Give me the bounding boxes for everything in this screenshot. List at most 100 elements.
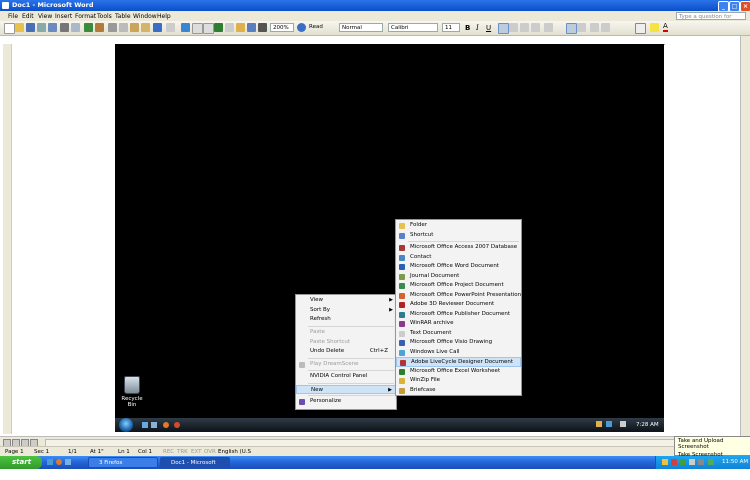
menu-item-paste-shortcut[interactable]: Paste Shortcut [296,338,396,348]
vista-clock[interactable]: 7:28 AM [636,422,659,428]
menu-view[interactable]: View [38,13,52,20]
numbering-icon[interactable] [566,23,577,34]
quicklaunch-desktop-icon[interactable] [142,422,148,428]
tray-volume-icon[interactable] [620,421,626,427]
menu-item-view[interactable]: View ▶ [296,296,396,306]
cut-icon[interactable] [108,23,117,32]
tray-device-icon[interactable] [698,459,704,465]
menu-window[interactable]: Window [133,13,157,20]
italic-icon[interactable]: I [476,24,479,32]
decrease-indent-icon[interactable] [590,23,599,32]
increase-indent-icon[interactable] [601,23,610,32]
new-submenu-item[interactable]: Microsoft Office Access 2007 Database [396,243,521,253]
highlight-icon[interactable] [650,23,659,32]
word-app-icon[interactable] [2,2,9,9]
menu-help[interactable]: Help [157,13,171,20]
read-button[interactable]: Read [309,24,323,30]
align-right-icon[interactable] [520,23,529,32]
menu-file[interactable]: File [8,13,18,20]
hyperlink-icon[interactable] [181,23,190,32]
quicklaunch-switch-icon[interactable] [151,422,157,428]
menu-tools[interactable]: Tools [97,13,112,20]
copy-icon[interactable] [119,23,128,32]
help-search-input[interactable]: Type a question for help [676,12,746,28]
new-submenu-item[interactable]: Microsoft Office Excel Worksheet [396,367,521,377]
menu-item-undo-delete[interactable]: Undo Delete Ctrl+Z [296,347,396,357]
new-submenu-item[interactable]: Journal Document [396,272,521,282]
menu-format[interactable]: Format [75,13,96,20]
permission-icon[interactable] [37,23,46,32]
new-submenu-item[interactable]: Microsoft Office Word Document [396,262,521,272]
borders-icon[interactable] [635,23,646,34]
align-center-icon[interactable] [509,23,518,32]
redo-icon[interactable] [166,23,175,32]
insert-table-icon[interactable] [203,23,214,34]
vertical-ruler[interactable] [3,44,12,434]
new-submenu-item[interactable]: Microsoft Office Visio Drawing [396,338,521,348]
status-ext[interactable]: EXT [191,449,202,455]
font-color-icon[interactable]: A [663,23,668,32]
new-submenu-item[interactable]: WinZip File [396,376,521,386]
drawing-icon[interactable] [236,23,245,32]
font-select[interactable]: Calibri [388,23,438,32]
new-submenu-item[interactable]: Microsoft Office PowerPoint Presentation [396,291,521,301]
menu-item-refresh[interactable]: Refresh [296,315,396,325]
quicklaunch-firefox-icon[interactable] [163,422,169,428]
new-submenu-item[interactable]: Text Document [396,329,521,339]
vista-start-orb-icon[interactable] [119,418,133,432]
new-submenu-item[interactable]: Microsoft Office Project Document [396,281,521,291]
new-document-icon[interactable] [4,23,15,34]
underline-icon[interactable]: U [486,24,491,32]
taskbar-clock[interactable]: 11:50 AM [722,459,748,465]
menu-item-paste[interactable]: Paste [296,328,396,338]
take-and-upload-screenshot-item[interactable]: Take and Upload Screenshot [675,437,750,451]
quicklaunch-firefox-icon[interactable] [56,459,62,465]
open-folder-icon[interactable] [15,23,24,32]
menu-item-personalize[interactable]: Personalize [296,397,396,407]
insert-excel-icon[interactable] [214,23,223,32]
tray-network-icon[interactable] [680,459,686,465]
menu-item-play-dreamscene[interactable]: Play DreamScene [296,360,396,370]
zoom-select[interactable]: 200% [270,23,294,32]
new-submenu-item[interactable]: Microsoft Office Publisher Document [396,310,521,320]
start-button[interactable]: start [0,456,42,469]
font-size-select[interactable]: 11 [442,23,460,32]
new-submenu-item[interactable]: Shortcut [396,231,521,241]
new-submenu-item[interactable]: Windows Live Call [396,348,521,358]
tray-volume-icon[interactable] [689,459,695,465]
research-icon[interactable] [95,23,104,32]
tray-update-icon[interactable] [708,459,714,465]
menu-table[interactable]: Table [115,13,131,20]
new-submenu-item[interactable]: Adobe LiveCycle Designer Document [396,357,521,367]
menu-item-new[interactable]: New ▶ [296,384,396,394]
show-hide-icon[interactable] [258,23,267,32]
tables-borders-icon[interactable] [192,23,203,34]
menu-edit[interactable]: Edit [22,13,34,20]
save-icon[interactable] [26,23,35,32]
new-submenu-item[interactable]: Briefcase [396,386,521,396]
bullets-icon[interactable] [577,23,586,32]
quicklaunch-browser-icon[interactable] [174,422,180,428]
new-submenu-item[interactable]: Folder [396,221,521,231]
align-left-icon[interactable] [498,23,509,34]
menu-item-sort-by[interactable]: Sort By ▶ [296,306,396,316]
undo-icon[interactable] [153,23,162,32]
help-icon[interactable] [297,23,306,32]
email-icon[interactable] [48,23,57,32]
tray-network-icon[interactable] [606,421,612,427]
justify-icon[interactable] [531,23,540,32]
quicklaunch-desktop-icon[interactable] [65,459,71,465]
taskbar-firefox-group[interactable]: 3 Firefox [88,457,158,468]
status-ovr[interactable]: OVR [204,449,216,455]
taskbar-word-window[interactable]: Doc1 - Microsoft Word [160,457,230,477]
print-preview-icon[interactable] [71,23,80,32]
tray-security-icon[interactable] [671,459,677,465]
quicklaunch-ie-icon[interactable] [47,459,53,465]
tray-icon[interactable] [596,421,602,427]
print-icon[interactable] [60,23,69,32]
new-submenu-item[interactable]: Adobe 3D Reviewer Document [396,300,521,310]
vertical-scrollbar[interactable] [740,36,750,436]
format-painter-icon[interactable] [141,23,150,32]
paste-icon[interactable] [130,23,139,32]
document-map-icon[interactable] [247,23,256,32]
